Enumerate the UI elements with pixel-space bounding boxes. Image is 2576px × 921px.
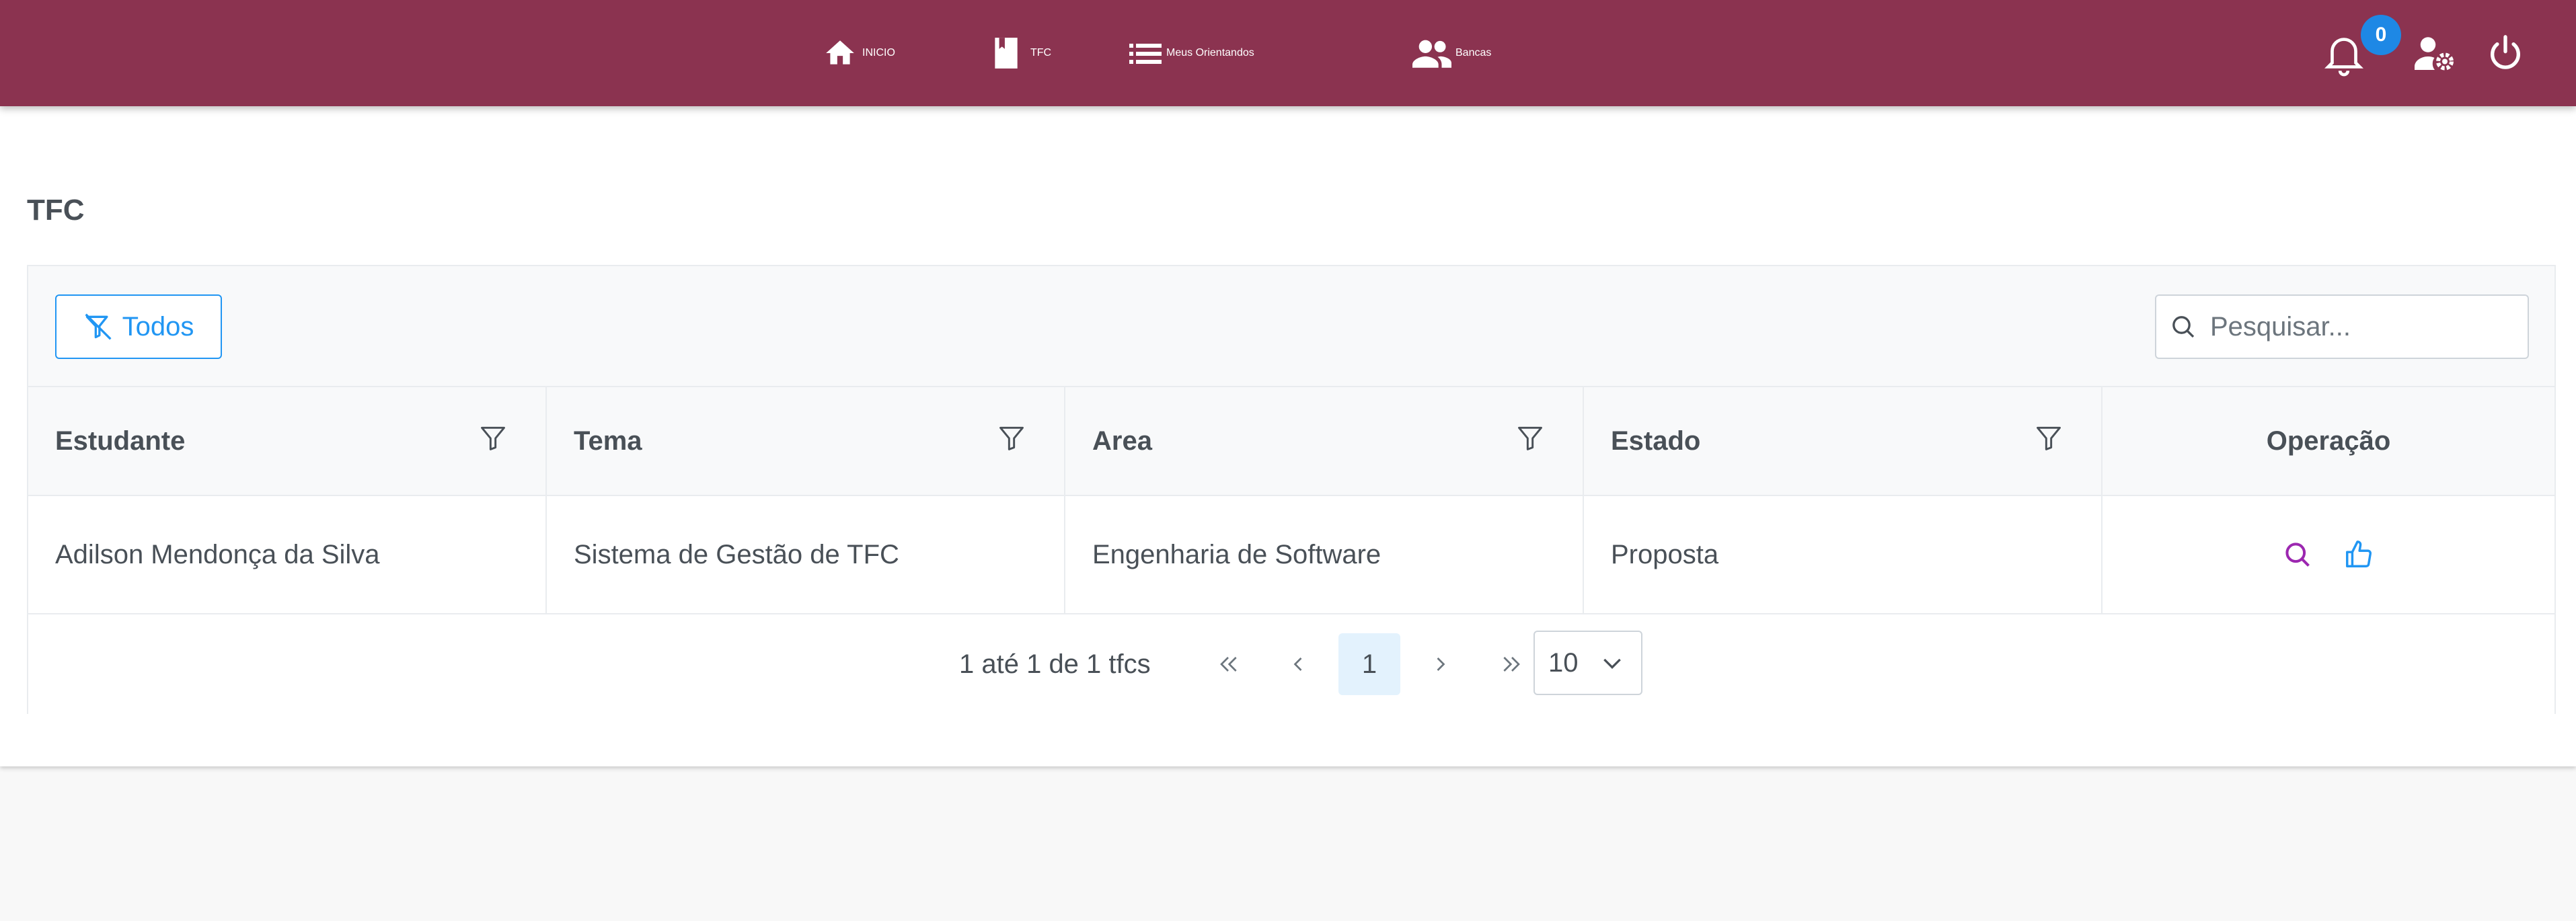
search-box — [2155, 294, 2529, 359]
view-details-icon[interactable] — [2283, 540, 2312, 569]
nav-label-meus-orientandos: Meus Orientandos — [1166, 47, 1254, 58]
cell-operacao — [2103, 496, 2554, 613]
nav-label-bancas: Bancas — [1455, 47, 1492, 58]
cell-tema: Sistema de Gestão de TFC — [547, 496, 1065, 613]
paginator: 1 até 1 de 1 tfcs 1 10 — [28, 614, 2554, 714]
power-icon[interactable] — [2486, 0, 2525, 106]
rows-per-page-value: 10 — [1548, 647, 1579, 678]
nav-item-bancas[interactable]: Bancas — [1412, 0, 1491, 106]
column-header-estudante: Estudante — [28, 387, 547, 495]
next-page-icon[interactable] — [1410, 633, 1472, 695]
page-title: TFC — [27, 194, 85, 227]
column-header-operacao: Operação — [2103, 387, 2554, 495]
thumbs-up-icon[interactable] — [2343, 539, 2374, 570]
todos-filter-button[interactable]: Todos — [55, 294, 222, 359]
filter-icon[interactable] — [1515, 423, 1545, 459]
table-toolbar: Todos — [28, 266, 2554, 387]
cell-estado: Proposta — [1584, 496, 2103, 613]
cell-area: Engenharia de Software — [1065, 496, 1584, 613]
rows-per-page-dropdown[interactable]: 10 — [1533, 631, 1642, 695]
column-label-estudante: Estudante — [55, 426, 186, 456]
todos-filter-label: Todos — [122, 311, 194, 342]
prev-page-icon[interactable] — [1267, 633, 1329, 695]
first-page-icon[interactable] — [1197, 633, 1259, 695]
filter-slash-icon — [83, 312, 113, 342]
column-label-area: Area — [1092, 426, 1152, 456]
bell-icon[interactable] — [2320, 0, 2367, 106]
top-navbar: INICIO TFC Meus Orientandos Bancas 0 — [0, 0, 2576, 106]
column-header-tema: Tema — [547, 387, 1065, 495]
filter-icon[interactable] — [478, 423, 508, 459]
column-label-tema: Tema — [574, 426, 642, 456]
user-settings-icon[interactable] — [2415, 0, 2455, 106]
people-icon — [1412, 38, 1451, 68]
main-content: TFC Todos Estudante — [0, 106, 2576, 766]
filter-icon[interactable] — [997, 423, 1026, 459]
cell-estudante: Adilson Mendonça da Silva — [28, 496, 547, 613]
notification-count-badge: 0 — [2361, 15, 2401, 55]
nav-label-tfc: TFC — [1030, 47, 1052, 58]
list-icon — [1129, 40, 1162, 67]
search-input[interactable] — [2209, 311, 2507, 343]
home-icon — [822, 36, 858, 70]
chevron-down-icon — [1599, 649, 1626, 676]
table-row: Adilson Mendonça da Silva Sistema de Ges… — [28, 496, 2554, 614]
tfc-table: Todos Estudante Tema — [27, 265, 2556, 714]
column-label-estado: Estado — [1611, 426, 1701, 456]
search-icon — [2170, 313, 2197, 340]
page-button-1[interactable]: 1 — [1338, 633, 1400, 695]
paginator-report: 1 até 1 de 1 tfcs — [959, 649, 1151, 679]
nav-item-tfc[interactable]: TFC — [991, 0, 1051, 106]
nav-item-inicio[interactable]: INICIO — [822, 0, 895, 106]
nav-item-meus-orientandos[interactable]: Meus Orientandos — [1129, 0, 1254, 106]
filter-icon[interactable] — [2034, 423, 2063, 459]
table-header-row: Estudante Tema Area Estado Operação — [28, 387, 2554, 496]
book-icon — [991, 36, 1021, 70]
column-label-operacao: Operação — [2266, 426, 2391, 456]
column-header-estado: Estado — [1584, 387, 2103, 495]
column-header-area: Area — [1065, 387, 1584, 495]
nav-label-inicio: INICIO — [862, 47, 895, 58]
